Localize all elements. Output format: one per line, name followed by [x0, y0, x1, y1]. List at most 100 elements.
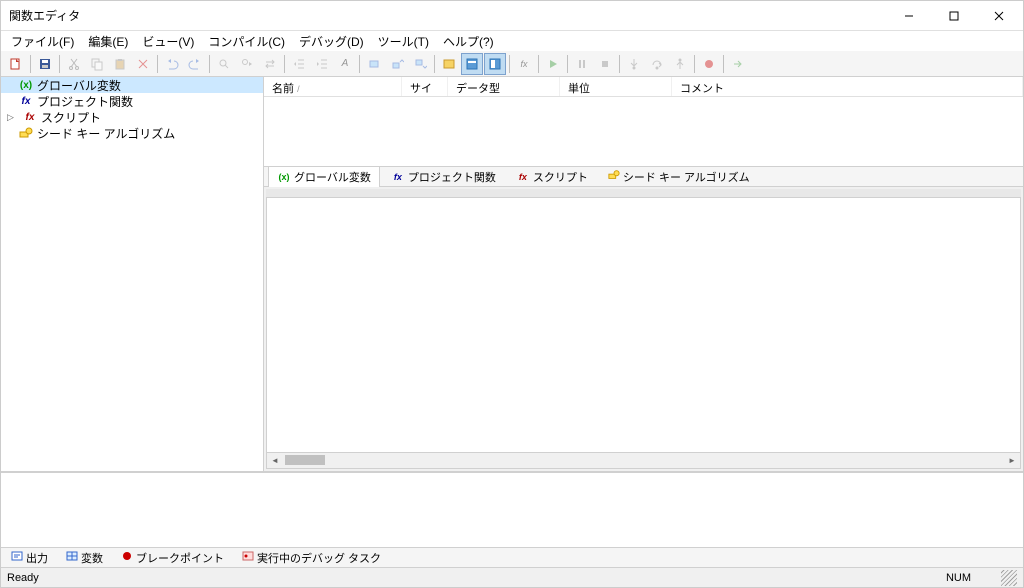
view1-icon[interactable]	[461, 53, 483, 75]
copy-icon	[86, 53, 108, 75]
menu-compile[interactable]: コンパイル(C)	[202, 31, 291, 52]
find-icon	[213, 53, 235, 75]
resize-grip-icon[interactable]	[1001, 570, 1017, 586]
menubar: ファイル(F) 編集(E) ビュー(V) コンパイル(C) デバッグ(D) ツー…	[1, 31, 1023, 51]
outdent-icon	[288, 53, 310, 75]
menu-file[interactable]: ファイル(F)	[5, 31, 80, 52]
var-icon: (x)	[19, 78, 33, 92]
separator	[59, 55, 60, 73]
tree-item-project-fn[interactable]: fx プロジェクト関数	[1, 93, 263, 109]
toolbar: A fx	[1, 51, 1023, 77]
output-panel: 出力 変数 ブレークポイント 実行中のデバッグ タスク	[1, 471, 1023, 567]
cut-icon	[63, 53, 85, 75]
script-icon: fx	[23, 110, 37, 124]
tab-breakpoints[interactable]: ブレークポイント	[115, 548, 230, 568]
grid-area: 名前 / サイズ データ型 単位 コメント (x) グローバル変数 fx プロジ…	[264, 77, 1023, 187]
seed-icon	[608, 169, 620, 184]
tree-panel: (x) グローバル変数 fx プロジェクト関数 ▷ fx スクリプト シード キ…	[1, 77, 264, 471]
step-out-icon	[669, 53, 691, 75]
separator	[284, 55, 285, 73]
tab-output[interactable]: 出力	[5, 548, 54, 568]
breakpoint-icon	[121, 550, 133, 565]
app-window: 関数エディタ ファイル(F) 編集(E) ビュー(V) コンパイル(C) デバッ…	[0, 0, 1024, 588]
output-icon	[11, 550, 23, 565]
editor-header	[266, 189, 1021, 197]
step-into-icon	[623, 53, 645, 75]
separator	[30, 55, 31, 73]
tree-item-global-vars[interactable]: (x) グローバル変数	[1, 77, 263, 93]
seed-icon	[19, 126, 33, 140]
continue-icon	[727, 53, 749, 75]
redo-icon	[184, 53, 206, 75]
category-tabs: (x) グローバル変数 fx プロジェクト関数 fx スクリプト シード キー …	[264, 166, 1023, 186]
script-icon: fx	[516, 170, 530, 184]
run-icon	[542, 53, 564, 75]
separator	[694, 55, 695, 73]
view2-icon[interactable]	[484, 53, 506, 75]
menu-tools[interactable]: ツール(T)	[372, 31, 435, 52]
separator	[723, 55, 724, 73]
expand-icon[interactable]: ▷	[7, 112, 19, 123]
tab-seed-key[interactable]: シード キー アルゴリズム	[599, 166, 759, 188]
tab-project-fn[interactable]: fx プロジェクト関数	[382, 166, 505, 188]
paste-icon	[109, 53, 131, 75]
tab-script[interactable]: fx スクリプト	[507, 166, 597, 188]
code-editor[interactable]	[266, 197, 1021, 453]
find-next-icon	[236, 53, 258, 75]
tab-global-vars[interactable]: (x) グローバル変数	[268, 166, 380, 188]
window-controls	[886, 2, 1021, 30]
col-type[interactable]: データ型	[448, 77, 560, 96]
grid-body[interactable]	[264, 97, 1023, 166]
menu-help[interactable]: ヘルプ(?)	[437, 31, 500, 52]
tree-label: プロジェクト関数	[37, 93, 133, 110]
menu-edit[interactable]: 編集(E)	[82, 31, 134, 52]
tree-label: スクリプト	[41, 109, 101, 126]
tree-label: シード キー アルゴリズム	[37, 125, 175, 142]
separator	[359, 55, 360, 73]
tree-item-script[interactable]: ▷ fx スクリプト	[1, 109, 263, 125]
col-unit[interactable]: 単位	[560, 77, 672, 96]
statusbar: Ready NUM	[1, 567, 1023, 587]
tab-variables[interactable]: 変数	[60, 548, 109, 568]
horizontal-scrollbar[interactable]: ◄ ►	[266, 453, 1021, 469]
menu-debug[interactable]: デバッグ(D)	[293, 31, 370, 52]
format-icon: A	[334, 53, 356, 75]
right-panel: 名前 / サイズ データ型 単位 コメント (x) グローバル変数 fx プロジ…	[264, 77, 1023, 471]
scroll-left-icon[interactable]: ◄	[267, 453, 283, 468]
scroll-right-icon[interactable]: ►	[1004, 453, 1020, 468]
separator	[434, 55, 435, 73]
delete-icon	[132, 53, 154, 75]
scroll-track[interactable]	[283, 453, 1004, 468]
bookmark-prev-icon	[386, 53, 408, 75]
tab-debug-tasks[interactable]: 実行中のデバッグ タスク	[236, 548, 387, 568]
scroll-thumb[interactable]	[285, 455, 325, 465]
separator	[157, 55, 158, 73]
output-content[interactable]	[1, 473, 1023, 547]
fn-icon: fx	[19, 94, 33, 108]
maximize-button[interactable]	[931, 2, 976, 30]
col-comment[interactable]: コメント	[672, 77, 1023, 96]
col-size[interactable]: サイズ	[402, 77, 448, 96]
vars-icon	[66, 550, 78, 565]
close-button[interactable]	[976, 2, 1021, 30]
new-icon[interactable]	[5, 53, 27, 75]
minimize-button[interactable]	[886, 2, 931, 30]
breakpoint-icon	[698, 53, 720, 75]
tree-item-seed-key[interactable]: シード キー アルゴリズム	[1, 125, 263, 141]
compile-icon[interactable]	[438, 53, 460, 75]
separator	[509, 55, 510, 73]
pause-icon	[571, 53, 593, 75]
menu-view[interactable]: ビュー(V)	[136, 31, 200, 52]
save-icon[interactable]	[34, 53, 56, 75]
bookmark-icon	[363, 53, 385, 75]
col-name[interactable]: 名前 /	[264, 77, 402, 96]
window-title: 関数エディタ	[9, 7, 886, 24]
separator	[538, 55, 539, 73]
undo-icon	[161, 53, 183, 75]
status-num: NUM	[946, 572, 971, 584]
task-icon	[242, 550, 254, 565]
var-icon: (x)	[277, 170, 291, 184]
editor-area: ◄ ►	[264, 187, 1023, 471]
separator	[567, 55, 568, 73]
stop-icon	[594, 53, 616, 75]
